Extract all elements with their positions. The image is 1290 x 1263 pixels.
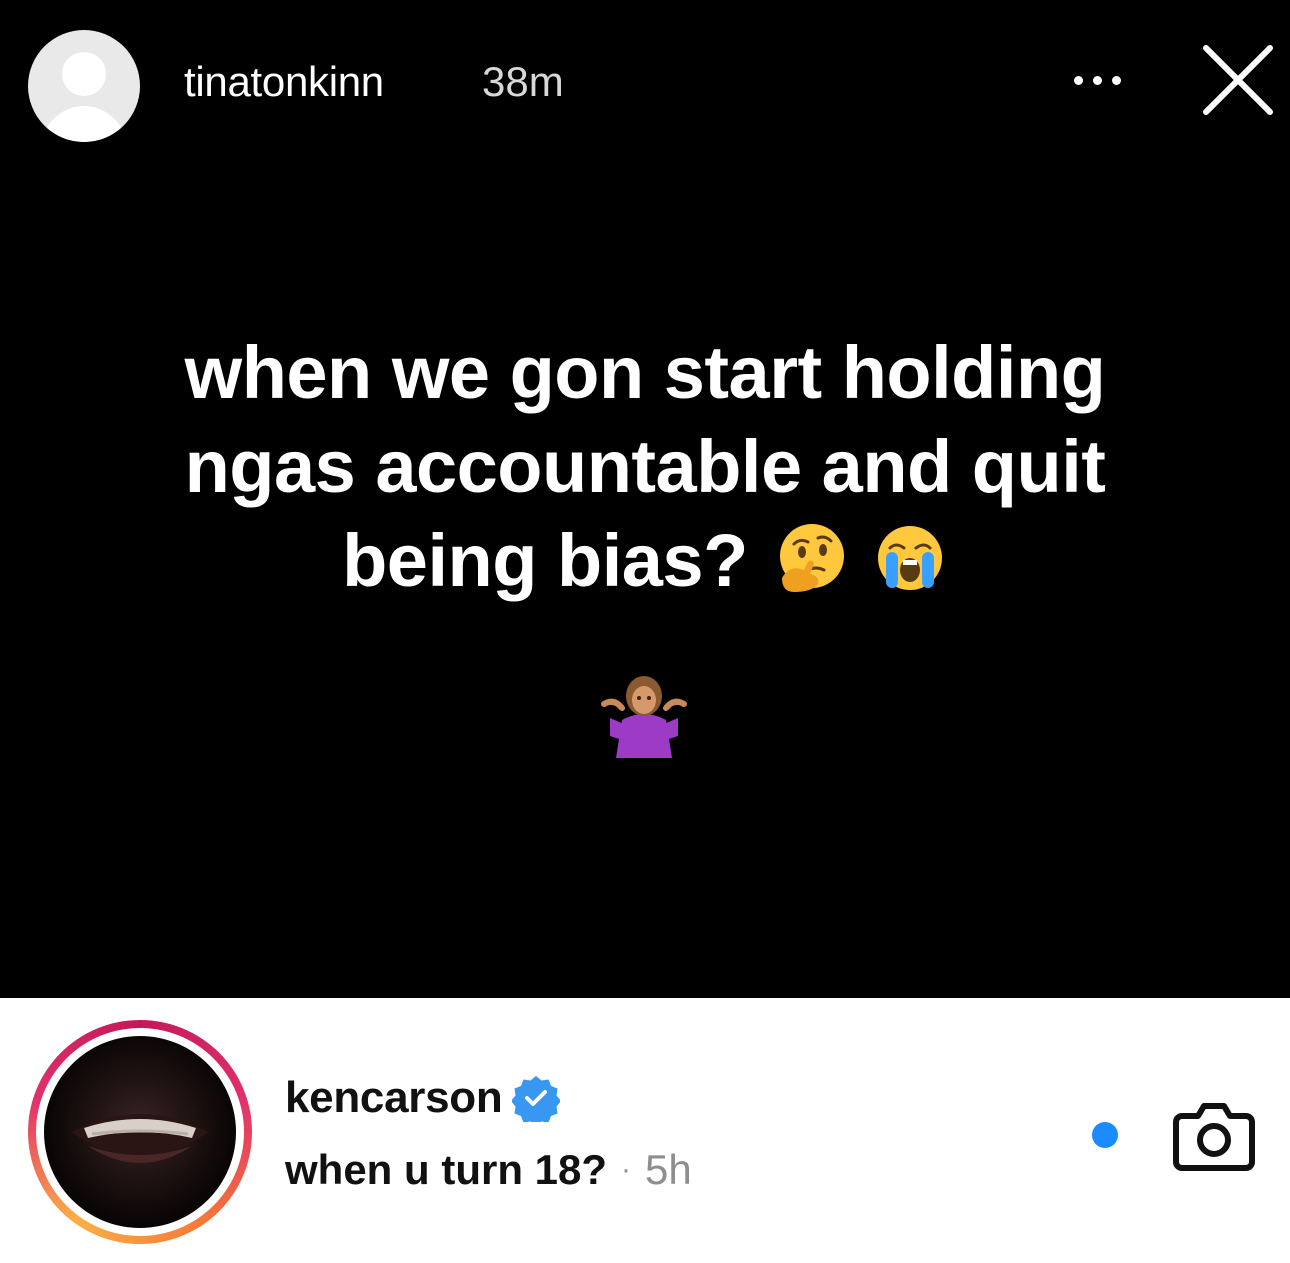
reply-header: kencarson — [285, 1070, 561, 1126]
story-caption-line: when we gon start holding — [184, 331, 1106, 414]
reply-timestamp: 5h — [645, 1146, 692, 1193]
reply-message: when u turn 18? — [285, 1146, 608, 1193]
unread-dot-icon — [1092, 1122, 1118, 1148]
story-author-username[interactable]: tinatonkinn — [184, 56, 384, 108]
more-options-icon[interactable] — [1066, 70, 1130, 90]
close-icon[interactable] — [1198, 40, 1278, 120]
reply-message-row: when u turn 18? · 5h — [285, 1142, 692, 1198]
loudly-crying-face-icon — [877, 526, 942, 590]
story-caption-line-last: being bias? — [100, 514, 1190, 608]
verified-badge-icon — [512, 1076, 561, 1122]
story-ring[interactable] — [28, 1020, 252, 1244]
person-shrugging-icon — [601, 676, 687, 758]
reply-author-username[interactable]: kencarson — [285, 1070, 503, 1126]
story-author-avatar[interactable] — [28, 30, 140, 142]
avatar-image — [72, 1114, 208, 1163]
camera-icon[interactable] — [1172, 1098, 1256, 1174]
reply-notification[interactable]: kencarson when u turn 18? · 5h — [0, 998, 1290, 1263]
default-avatar-icon — [62, 52, 106, 96]
reply-author-avatar — [44, 1036, 236, 1228]
story-viewer: tinatonkinn 38m when we gon start holdin… — [0, 0, 1290, 998]
separator: · — [621, 1153, 632, 1186]
story-timestamp: 38m — [482, 58, 564, 105]
story-caption-line: ngas accountable and quit — [184, 425, 1106, 508]
story-header: tinatonkinn 38m — [0, 0, 1290, 170]
thinking-face-icon — [779, 524, 844, 592]
story-caption: when we gon start holding ngas accountab… — [100, 326, 1190, 608]
